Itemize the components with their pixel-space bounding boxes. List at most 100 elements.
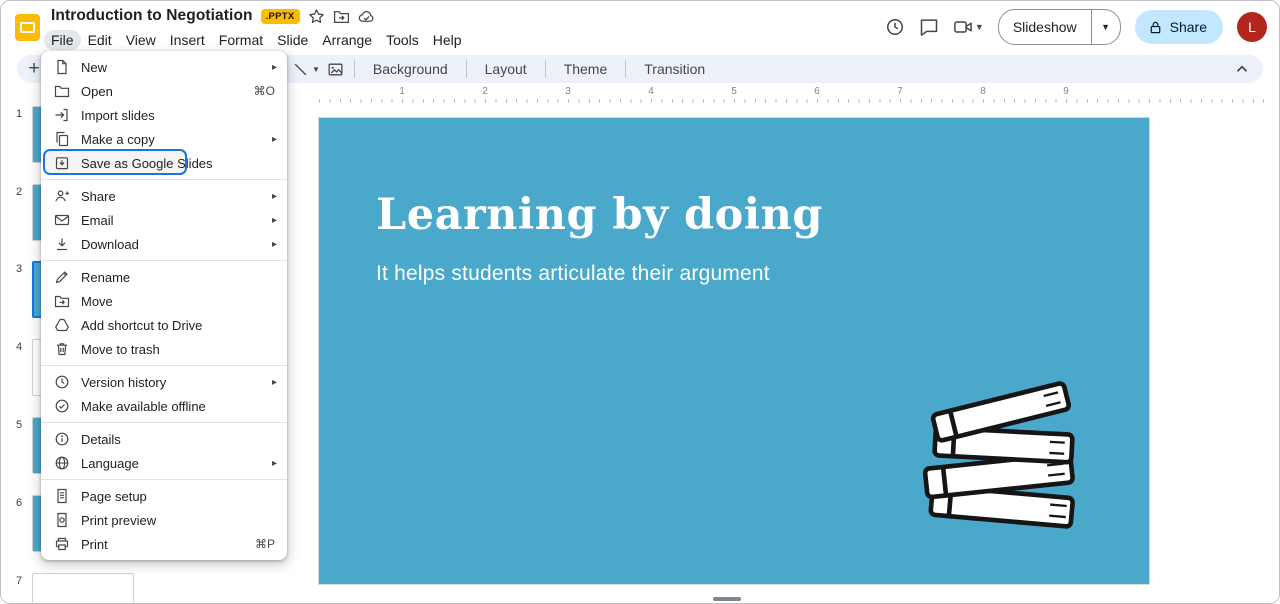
page-setup-icon [54,488,70,504]
toolbar-divider [354,60,355,78]
cloud-status-icon[interactable] [358,8,375,25]
menu-item-label: Language [81,456,272,471]
menu-item-open[interactable]: Open ⌘O [41,79,287,103]
menu-item-email[interactable]: Email ▸ [41,208,287,232]
menu-item-label: Move [81,294,287,309]
menu-item-label: Add shortcut to Drive [81,318,287,333]
ruler-number: 6 [814,86,820,97]
version-history-icon[interactable] [885,17,905,37]
menu-item-move-to-trash[interactable]: Move to trash [41,337,287,361]
menu-edit[interactable]: Edit [81,30,119,50]
ruler-number: 9 [1063,86,1069,97]
menu-item-download[interactable]: Download ▸ [41,232,287,256]
menu-item-label: Email [81,213,272,228]
menu-divider [41,365,287,366]
menu-help[interactable]: Help [426,30,469,50]
menu-item-page-setup[interactable]: Page setup [41,484,287,508]
printer-icon [54,536,70,552]
move-folder-icon[interactable] [333,8,350,25]
submenu-arrow-icon: ▸ [272,62,277,73]
slide-thumbnail-7[interactable] [32,573,134,604]
menu-view[interactable]: View [119,30,163,50]
menu-divider [41,179,287,180]
menu-item-version-history[interactable]: Version history ▸ [41,370,287,394]
globe-icon [54,455,70,471]
menu-item-share[interactable]: Share ▸ [41,184,287,208]
menu-item-print[interactable]: Print ⌘P [41,532,287,556]
menu-file[interactable]: File [44,30,81,50]
menu-item-label: Download [81,237,272,252]
menu-item-label: Print [81,537,255,552]
menu-item-shortcut: ⌘P [255,537,275,551]
rename-pencil-icon [54,269,70,285]
menu-item-make-available-offline[interactable]: Make available offline [41,394,287,418]
toolbar-divider [545,60,546,78]
slide-subtitle-text[interactable]: It helps students articulate their argum… [376,262,770,286]
meet-button[interactable]: ▼ [953,17,984,37]
insert-image-icon[interactable] [327,61,344,78]
transition-button[interactable]: Transition [633,58,716,80]
menu-arrange[interactable]: Arrange [315,30,379,50]
menu-item-label: Move to trash [81,342,287,357]
horizontal-ruler[interactable]: 1 2 3 4 5 6 7 8 9 [319,86,1269,103]
document-title[interactable]: Introduction to Negotiation [51,7,253,25]
copy-icon [54,131,70,147]
toolbar-divider [625,60,626,78]
ruler-number: 3 [565,86,571,97]
ruler-number: 8 [980,86,986,97]
share-button-label: Share [1170,19,1207,35]
menu-format[interactable]: Format [212,30,270,50]
menu-item-import-slides[interactable]: Import slides [41,103,287,127]
menu-item-label: Make a copy [81,132,272,147]
theme-button[interactable]: Theme [553,58,619,80]
comments-icon[interactable] [919,17,939,37]
submenu-arrow-icon: ▸ [272,239,277,250]
menu-insert[interactable]: Insert [163,30,212,50]
folder-move-icon [54,293,70,309]
books-clipart-image[interactable] [911,356,1096,534]
video-camera-icon [953,17,973,37]
menu-slide[interactable]: Slide [270,30,315,50]
new-document-icon [54,59,70,75]
trash-icon [54,341,70,357]
slide-number: 6 [9,497,29,509]
line-tool-caret-icon[interactable]: ▼ [312,65,320,74]
menu-item-move[interactable]: Move [41,289,287,313]
slides-logo[interactable] [14,14,41,41]
slideshow-button[interactable]: Slideshow [999,19,1091,35]
slide-title-text[interactable]: Learning by doing [376,190,823,240]
menu-item-add-shortcut-to-drive[interactable]: Add shortcut to Drive [41,313,287,337]
horizontal-scrollbar[interactable] [713,597,741,601]
menu-item-language[interactable]: Language ▸ [41,451,287,475]
menu-item-new[interactable]: New ▸ [41,55,287,79]
line-tool-icon[interactable] [292,61,309,78]
share-button[interactable]: Share [1135,10,1223,44]
toolbar-divider [466,60,467,78]
menu-item-save-as-google-slides[interactable]: Save as Google Slides [41,151,287,175]
slide-number: 4 [9,341,29,353]
slideshow-options-caret[interactable]: ▼ [1091,10,1120,44]
title-block: Introduction to Negotiation .PPTX File E… [51,1,469,53]
menu-divider [41,479,287,480]
menu-divider [41,260,287,261]
menu-item-rename[interactable]: Rename [41,265,287,289]
menu-item-shortcut: ⌘O [254,84,275,98]
menu-tools[interactable]: Tools [379,30,426,50]
star-icon[interactable] [308,8,325,25]
submenu-arrow-icon: ▸ [272,215,277,226]
slide-canvas[interactable]: Learning by doing It helps students arti… [319,118,1149,584]
slide-number: 2 [9,186,29,198]
avatar[interactable]: L [1237,12,1267,42]
menu-item-print-preview[interactable]: Print preview [41,508,287,532]
menu-item-label: Version history [81,375,272,390]
slide-number: 1 [9,108,29,120]
menu-item-make-a-copy[interactable]: Make a copy ▸ [41,127,287,151]
menu-item-label: Share [81,189,272,204]
menu-item-details[interactable]: Details [41,427,287,451]
ruler-number: 5 [731,86,737,97]
background-button[interactable]: Background [362,58,459,80]
layout-button[interactable]: Layout [474,58,538,80]
menu-item-label: Open [81,84,254,99]
slide-number: 3 [9,263,29,275]
collapse-toolbar-icon[interactable] [1233,60,1251,78]
